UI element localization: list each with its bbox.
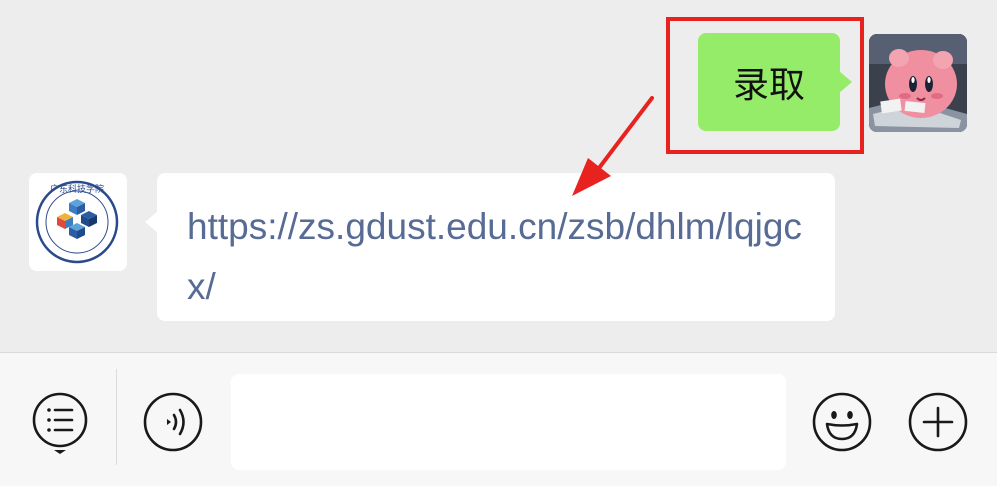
menu-button[interactable] bbox=[28, 390, 92, 454]
plush-toy-avatar-icon bbox=[869, 34, 967, 132]
chat-area: 录取 广东科技学院 https://zs.gdust.edu.cn/zsb/dh… bbox=[0, 0, 997, 352]
sent-message-bubble[interactable]: 录取 bbox=[698, 33, 852, 131]
plus-button[interactable] bbox=[906, 390, 970, 454]
received-message-bubble[interactable]: https://zs.gdust.edu.cn/zsb/dhlm/lqjgcx/ bbox=[145, 173, 835, 321]
sent-message-text: 录取 bbox=[732, 65, 805, 106]
university-logo-icon: 广东科技学院 bbox=[29, 173, 127, 271]
school-avatar[interactable]: 广东科技学院 bbox=[29, 173, 127, 271]
emoji-icon bbox=[812, 392, 872, 452]
input-bar-divider bbox=[116, 369, 117, 465]
voice-button[interactable] bbox=[141, 390, 205, 454]
menu-list-icon bbox=[32, 392, 88, 454]
user-avatar[interactable] bbox=[869, 34, 967, 132]
emoji-button[interactable] bbox=[810, 390, 874, 454]
plus-icon bbox=[908, 392, 968, 452]
svg-text:广东科技学院: 广东科技学院 bbox=[50, 183, 104, 195]
voice-icon bbox=[143, 392, 203, 452]
input-bar bbox=[0, 352, 997, 486]
received-link[interactable]: https://zs.gdust.edu.cn/zsb/dhlm/lqjgcx/ bbox=[187, 206, 802, 307]
message-input[interactable] bbox=[231, 374, 786, 470]
